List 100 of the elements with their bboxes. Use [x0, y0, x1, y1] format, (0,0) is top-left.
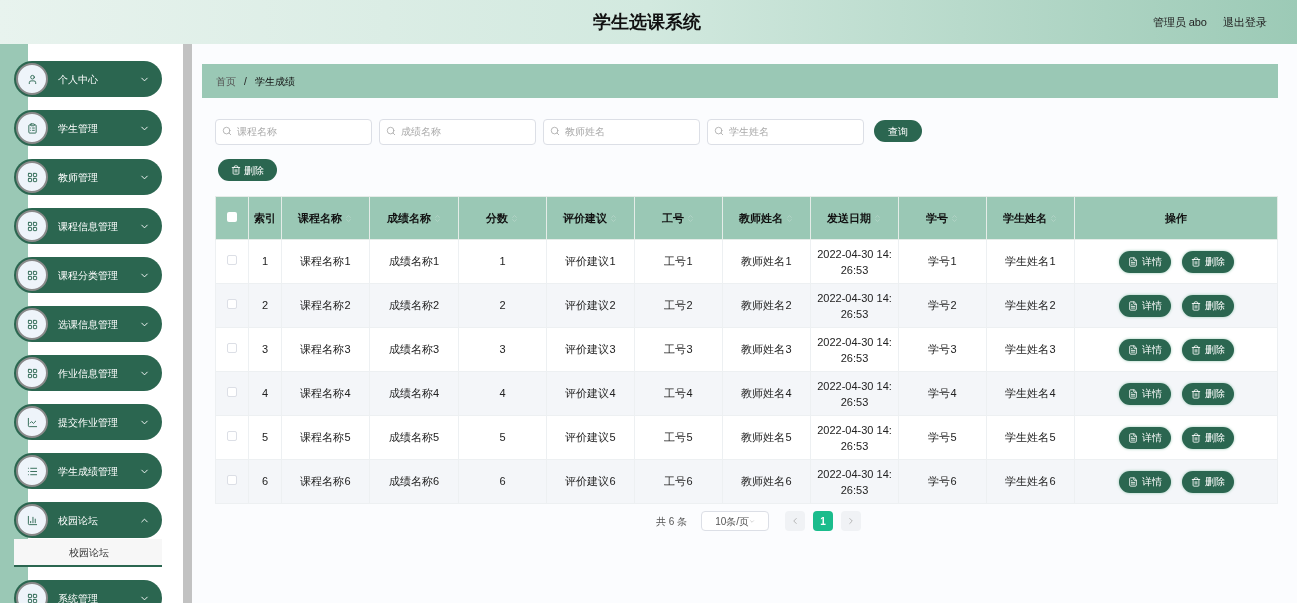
- menu-item[interactable]: 学生管理: [14, 110, 162, 146]
- prev-page-button[interactable]: [785, 511, 806, 531]
- breadcrumb-current: 学生成绩: [254, 74, 295, 89]
- logout-link[interactable]: 退出登录: [1223, 13, 1267, 31]
- search-icon: [550, 126, 560, 136]
- table-cell: 课程名称1: [281, 239, 370, 284]
- table-cell: 教师姓名2: [722, 283, 811, 328]
- select-all-checkbox[interactable]: [227, 211, 237, 222]
- detail-button[interactable]: 详情: [1118, 250, 1171, 273]
- table-cell: 工号3: [634, 327, 723, 372]
- table-cell: 学生姓名5: [986, 415, 1075, 460]
- column-header[interactable]: 学号: [898, 196, 987, 240]
- search-icon: [714, 126, 724, 136]
- trash-icon: [1190, 256, 1201, 267]
- search-field[interactable]: 教师姓名: [543, 118, 700, 145]
- column-header: 索引: [248, 196, 282, 240]
- table-cell: 学号3: [898, 327, 987, 372]
- table-cell: 2022-04-30 14:26:53: [810, 283, 899, 328]
- menu-item[interactable]: 学生成绩管理: [14, 453, 162, 489]
- search-field[interactable]: 成绩名称: [379, 118, 536, 145]
- column-header[interactable]: 成绩名称: [369, 196, 459, 240]
- row-checkbox[interactable]: [227, 387, 237, 398]
- menu-item[interactable]: 个人中心: [14, 61, 162, 97]
- row-checkbox[interactable]: [227, 343, 237, 354]
- table-cell: 2022-04-30 14:26:53: [810, 371, 899, 416]
- search-icon: [386, 126, 396, 136]
- search-field[interactable]: 学生姓名: [707, 118, 864, 145]
- menu-item[interactable]: 教师管理: [14, 159, 162, 195]
- row-delete-button[interactable]: 删除: [1181, 294, 1234, 317]
- grid-icon: [26, 269, 38, 281]
- column-header[interactable]: 教师姓名: [722, 196, 811, 240]
- trash-icon: [1190, 476, 1201, 487]
- table-cell: 学号4: [898, 371, 987, 416]
- breadcrumb-link[interactable]: 首页: [216, 73, 236, 89]
- table-cell: 课程名称4: [281, 371, 370, 416]
- detail-button[interactable]: 详情: [1118, 338, 1171, 361]
- table-cell: 6: [458, 459, 547, 504]
- detail-button[interactable]: 详情: [1118, 426, 1171, 449]
- table-cell: 工号5: [634, 415, 723, 460]
- menu-item[interactable]: 课程信息管理: [14, 208, 162, 244]
- menu-item[interactable]: 提交作业管理: [14, 404, 162, 440]
- row-checkbox[interactable]: [227, 255, 237, 266]
- menu-item[interactable]: 系统管理: [14, 580, 162, 603]
- table-cell: 成绩名称5: [369, 415, 459, 460]
- document-icon: [1127, 300, 1138, 311]
- table-cell: 2022-04-30 14:26:53: [810, 327, 899, 372]
- trash-icon: [1190, 344, 1201, 355]
- detail-button[interactable]: 详情: [1118, 470, 1171, 493]
- table-cell: 5: [458, 415, 547, 460]
- table-cell: 1: [248, 239, 282, 284]
- table-cell: 学号1: [898, 239, 987, 284]
- table-cell: 成绩名称3: [369, 327, 459, 372]
- row-checkbox[interactable]: [227, 475, 237, 486]
- column-header[interactable]: 评价建议: [546, 196, 635, 240]
- table-cell: 教师姓名1: [722, 239, 811, 284]
- search-field[interactable]: 课程名称: [215, 118, 372, 145]
- column-header: 操作: [1074, 196, 1278, 240]
- column-header[interactable]: 学生姓名: [986, 196, 1075, 240]
- table-cell: 2022-04-30 14:26:53: [810, 239, 899, 284]
- row-delete-button[interactable]: 删除: [1181, 250, 1234, 273]
- table-cell: 工号1: [634, 239, 723, 284]
- query-button[interactable]: 查询: [874, 120, 922, 142]
- table-cell: 教师姓名3: [722, 327, 811, 372]
- table-cell: 2: [458, 283, 547, 328]
- row-delete-button[interactable]: 删除: [1181, 338, 1234, 361]
- detail-button[interactable]: 详情: [1118, 382, 1171, 405]
- table-cell: 课程名称5: [281, 415, 370, 460]
- column-header[interactable]: 分数: [458, 196, 547, 240]
- column-header[interactable]: 课程名称: [281, 196, 370, 240]
- menu-item[interactable]: 校园论坛: [14, 502, 162, 538]
- scrollbar[interactable]: [183, 44, 192, 603]
- next-page-button[interactable]: [841, 511, 862, 531]
- column-header[interactable]: 发送日期: [810, 196, 899, 240]
- grid-icon: [26, 592, 38, 603]
- document-icon: [1127, 344, 1138, 355]
- table-cell: 学生姓名6: [986, 459, 1075, 504]
- row-delete-button[interactable]: 删除: [1181, 470, 1234, 493]
- column-header[interactable]: 工号: [634, 196, 723, 240]
- table-cell: 工号6: [634, 459, 723, 504]
- table-cell: 工号4: [634, 371, 723, 416]
- table-cell: 4: [248, 371, 282, 416]
- table-cell: 3: [248, 327, 282, 372]
- trash-icon: [1190, 388, 1201, 399]
- menu-item[interactable]: 课程分类管理: [14, 257, 162, 293]
- detail-button[interactable]: 详情: [1118, 294, 1171, 317]
- table-cell: 5: [248, 415, 282, 460]
- row-checkbox[interactable]: [227, 299, 237, 310]
- table-cell: 成绩名称1: [369, 239, 459, 284]
- row-delete-button[interactable]: 删除: [1181, 382, 1234, 405]
- delete-button[interactable]: 删除: [218, 159, 277, 181]
- menu-item[interactable]: 作业信息管理: [14, 355, 162, 391]
- row-delete-button[interactable]: 删除: [1181, 426, 1234, 449]
- submenu-item[interactable]: 校园论坛: [14, 539, 162, 567]
- table-cell: 评价建议2: [546, 283, 635, 328]
- document-icon: [1127, 388, 1138, 399]
- menu-item[interactable]: 选课信息管理: [14, 306, 162, 342]
- bar-chart-icon: [26, 514, 38, 526]
- page-size-select[interactable]: 10条/页: [701, 511, 770, 531]
- row-checkbox[interactable]: [227, 431, 237, 442]
- trash-icon: [231, 165, 241, 175]
